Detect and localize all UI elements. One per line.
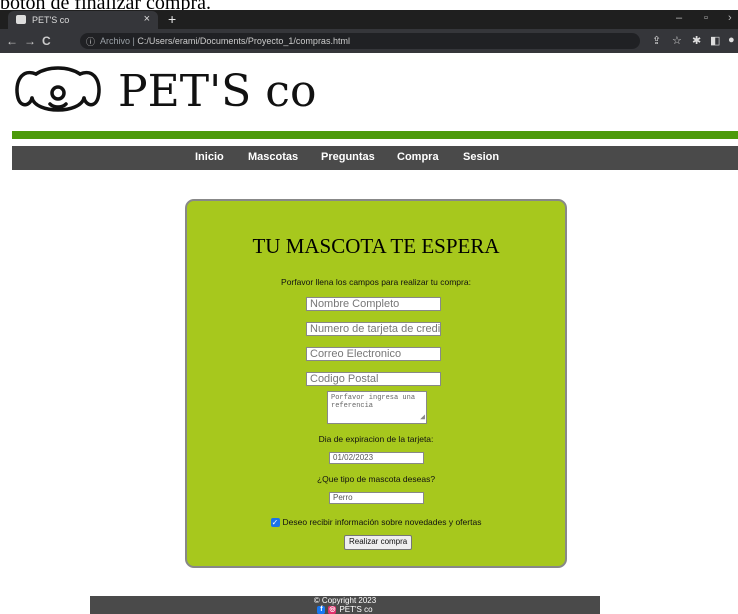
favicon-icon <box>16 15 26 24</box>
facebook-icon[interactable]: f <box>317 605 326 614</box>
back-icon[interactable]: ← <box>6 34 18 48</box>
expiry-date-input[interactable]: 01/02/2023 <box>329 452 424 464</box>
email-input[interactable]: Correo Electronico <box>306 347 441 361</box>
bookmark-star-icon[interactable]: ☆ <box>672 34 682 47</box>
nav-item-sesion[interactable]: Sesion <box>463 151 499 163</box>
info-icon[interactable]: ⓘ <box>86 35 95 48</box>
maximize-icon[interactable]: ▫ <box>704 12 708 24</box>
reload-icon[interactable]: C <box>42 34 51 48</box>
forward-icon[interactable]: → <box>24 34 36 48</box>
nav-item-mascotas[interactable]: Mascotas <box>248 151 298 163</box>
submit-purchase-button[interactable]: Realizar compra <box>344 535 413 550</box>
footer-copyright: © Copyright 2023 <box>313 596 377 605</box>
reference-textarea[interactable]: Porfavor ingresa una referencia ◢ <box>327 391 427 424</box>
header-accent-line <box>12 131 738 139</box>
tab-title: PET'S co <box>32 15 70 25</box>
reference-placeholder: Porfavor ingresa una referencia <box>331 394 416 410</box>
resize-grip-icon[interactable]: ◢ <box>420 414 425 422</box>
minimize-icon[interactable]: – <box>676 12 682 24</box>
zip-code-input[interactable]: Codigo Postal <box>306 372 441 386</box>
newsletter-checkbox[interactable]: ✓ <box>270 518 280 528</box>
full-name-input[interactable]: Nombre Completo <box>306 297 441 311</box>
nav-item-compra[interactable]: Compra <box>397 151 439 163</box>
expiry-label: Dia de expiracion de la tarjeta: <box>318 434 434 444</box>
browser-tab[interactable]: PET'S co × <box>8 11 158 29</box>
extensions-icon[interactable]: ✱ <box>692 34 701 47</box>
site-brand: PET'S co <box>118 66 317 117</box>
url-prefix: Archivo <box>100 36 131 46</box>
footer-brand: PET'S co <box>339 605 373 614</box>
close-window-icon[interactable]: › <box>728 12 732 24</box>
main-nav: Inicio Mascotas Preguntas Compra Sesion <box>12 146 738 170</box>
pet-type-input[interactable]: Perro <box>329 492 424 504</box>
site-footer: © Copyright 2023 f ◎ PET'S co <box>90 596 600 614</box>
sidebar-icon[interactable]: ◧ <box>710 34 720 47</box>
new-tab-button[interactable]: + <box>168 11 176 27</box>
form-title: TU MASCOTA TE ESPERA <box>252 234 500 258</box>
profile-icon[interactable]: ● <box>728 34 735 46</box>
browser-tab-bar: PET'S co × + – ▫ › <box>0 10 738 29</box>
instagram-icon[interactable]: ◎ <box>328 605 337 614</box>
url-field[interactable]: ⓘ Archivo | C:/Users/erami/Documents/Pro… <box>80 33 640 49</box>
nav-item-inicio[interactable]: Inicio <box>195 151 224 163</box>
card-number-input[interactable]: Numero de tarjeta de credito <box>306 322 441 336</box>
dog-logo-icon <box>15 66 101 112</box>
newsletter-label: Deseo recibir información sobre novedade… <box>282 517 482 527</box>
purchase-form: TU MASCOTA TE ESPERA Porfavor llena los … <box>185 199 567 568</box>
nav-item-preguntas[interactable]: Preguntas <box>321 151 375 163</box>
share-icon[interactable]: ⇪ <box>652 34 661 47</box>
form-subtitle: Porfavor llena los campos para realizar … <box>281 277 471 287</box>
address-bar-row: ← → C ⓘ Archivo | C:/Users/erami/Documen… <box>0 29 738 53</box>
pet-type-label: ¿Que tipo de mascota deseas? <box>316 474 436 484</box>
page-caption: botón de finalizar compra. <box>0 0 212 14</box>
tab-close-icon[interactable]: × <box>144 13 150 25</box>
url-path: C:/Users/erami/Documents/Proyecto_1/comp… <box>137 36 350 46</box>
